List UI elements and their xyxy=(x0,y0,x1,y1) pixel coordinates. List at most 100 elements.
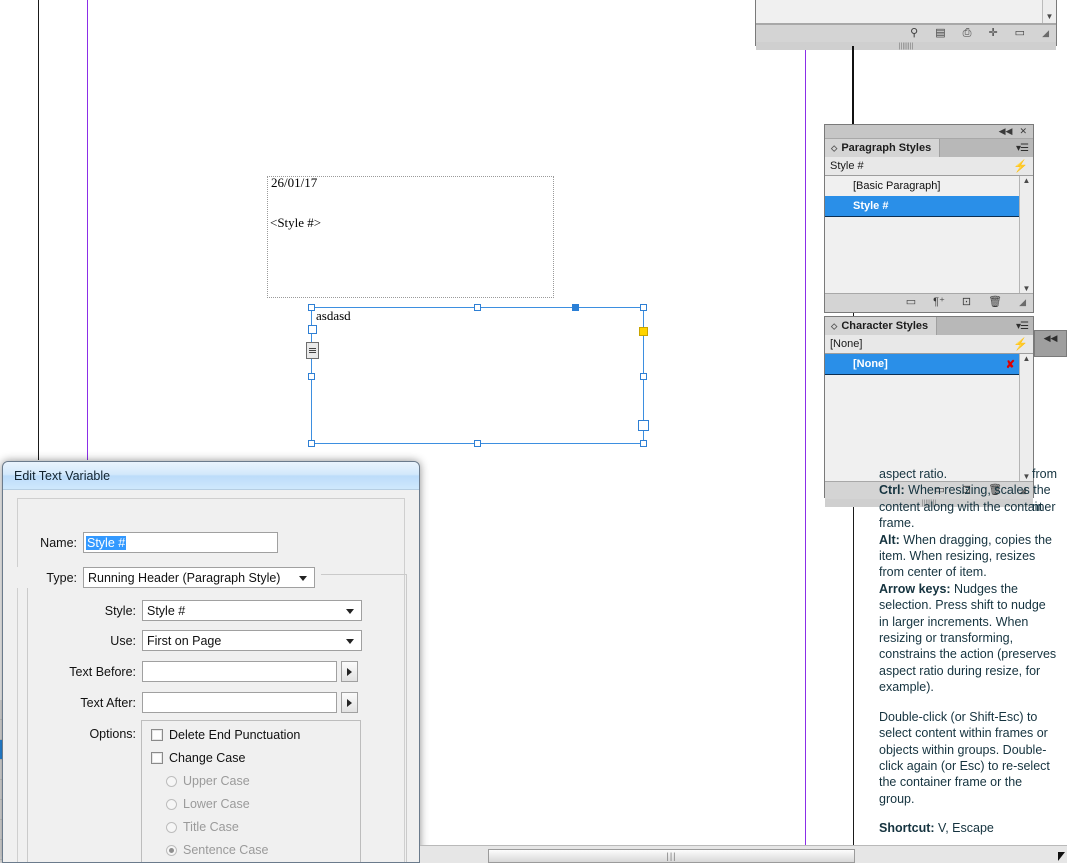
text-after-special-chars-button[interactable] xyxy=(341,692,358,713)
radio-sentence-case-label: Sentence Case xyxy=(183,843,269,857)
quick-apply-bolt-icon[interactable]: ⚡ xyxy=(1013,337,1028,351)
horizontal-scrollbar-thumb[interactable]: ||| xyxy=(488,849,855,863)
print-icon[interactable]: ⎙ xyxy=(963,28,972,39)
type-row: Type: Running Header (Paragraph Style) xyxy=(3,567,321,588)
list-item[interactable]: [None] ✘ xyxy=(825,354,1033,375)
top-panel-body: ▼ xyxy=(756,0,1056,24)
top-panel-scrollbar[interactable]: ▼ xyxy=(1042,0,1056,23)
link-icon[interactable]: ⚲ xyxy=(910,28,918,39)
frame-handle-top-right[interactable] xyxy=(640,304,647,311)
character-styles-current-style: [None] xyxy=(830,338,863,350)
new-paragraph-style-icon[interactable]: ¶⁺ xyxy=(933,297,945,308)
top-panel-footer: ⚲ ▤ ⎙ ✛ ▭ ◢ xyxy=(756,24,1056,42)
header-text-frame[interactable] xyxy=(267,176,554,298)
scroll-up-icon[interactable]: ▲ xyxy=(1023,176,1031,185)
resize-grip[interactable]: ◢ xyxy=(1042,28,1049,39)
paragraph-styles-footer: ▭ ¶⁺ ⊡ 🗑 ◢ xyxy=(825,293,1033,311)
text-after-input[interactable] xyxy=(142,692,337,713)
hint-line: Arrow keys: Nudges the selection. Press … xyxy=(879,581,1057,696)
checkbox-delete-end-punctuation[interactable]: Delete End Punctuation xyxy=(151,728,300,742)
checkbox-icon xyxy=(151,752,163,764)
frame-in-port[interactable] xyxy=(308,325,317,334)
checkbox-change-case[interactable]: Change Case xyxy=(151,751,245,765)
hint-text: When dragging, copies the item. When res… xyxy=(879,532,1053,580)
minus-icon[interactable]: ▭ xyxy=(1015,28,1025,39)
clear-overrides-icon[interactable]: ✘ xyxy=(1006,358,1015,371)
checkbox-icon xyxy=(151,729,163,741)
radio-upper-case[interactable]: Upper Case xyxy=(166,774,250,788)
style-dropdown[interactable]: Style # xyxy=(142,600,362,621)
hint-line: Ctrl: When resizing, scales the content … xyxy=(879,482,1057,531)
corner-radius-handle[interactable] xyxy=(639,327,648,336)
selected-text-frame[interactable] xyxy=(311,307,644,444)
add-icon[interactable]: ✛ xyxy=(988,28,997,39)
scroll-down-icon[interactable]: ▼ xyxy=(1023,284,1031,293)
frame-handle-mid-right[interactable] xyxy=(640,373,647,380)
character-styles-list[interactable]: [None] ✘ ▲ ▼ xyxy=(825,354,1033,481)
paragraph-styles-list[interactable]: [Basic Paragraph] Style # ▲ ▼ xyxy=(825,176,1033,293)
radio-title-case[interactable]: Title Case xyxy=(166,820,239,834)
use-label: Use: xyxy=(110,633,136,648)
frame-handle-top-center[interactable] xyxy=(474,304,481,311)
dialog-title-bar[interactable]: Edit Text Variable xyxy=(3,462,419,490)
use-dropdown[interactable]: First on Page xyxy=(142,630,362,651)
tab-character-styles[interactable]: ⬦ Character Styles xyxy=(825,317,938,335)
text-before-input[interactable] xyxy=(142,661,337,682)
character-styles-tab-filler: ▾☰ xyxy=(937,317,1033,335)
checkbox-change-case-label: Change Case xyxy=(169,751,246,765)
text-before-special-chars-button[interactable] xyxy=(341,661,358,682)
tab-paragraph-styles[interactable]: ⬦ Paragraph Styles xyxy=(825,139,941,157)
edit-text-variable-dialog[interactable]: Edit Text Variable Name: Style # Type: R… xyxy=(2,461,420,863)
selected-frame-text: asdasd xyxy=(316,308,351,323)
create-new-style-icon[interactable]: ⊡ xyxy=(962,297,971,308)
character-styles-tabrow: ⬦ Character Styles ▾☰ xyxy=(825,317,1033,335)
list-item[interactable]: [Basic Paragraph] xyxy=(825,176,1033,196)
close-panel-icon[interactable]: ✕ xyxy=(1019,127,1027,136)
frame-handle-mid-left[interactable] xyxy=(308,373,315,380)
panel-menu-icon[interactable]: ▾☰ xyxy=(1016,321,1029,332)
top-floating-panel[interactable]: ▼ ⚲ ▤ ⎙ ✛ ▭ ◢ |||||||| xyxy=(755,0,1057,50)
hint-gap xyxy=(879,807,1057,820)
resize-grip[interactable]: ◢ xyxy=(1019,297,1026,308)
scroll-up-icon[interactable]: ▲ xyxy=(1023,354,1031,363)
new-style-group-icon[interactable]: ▭ xyxy=(906,297,916,308)
paragraph-style-basic-label: [Basic Paragraph] xyxy=(853,180,941,192)
radio-icon xyxy=(166,775,177,787)
frame-out-port[interactable] xyxy=(638,420,649,431)
hint-line: Alt: When dragging, copies the item. Whe… xyxy=(879,532,1057,581)
occluded-hint-fragments: from nt xyxy=(1032,458,1066,524)
frame-handle-top-left[interactable] xyxy=(308,304,315,311)
list-item[interactable]: Style # xyxy=(825,196,1033,217)
delete-style-icon[interactable]: 🗑 xyxy=(988,297,1002,308)
margin-guide-right xyxy=(805,0,806,845)
frame-handle-bottom-left[interactable] xyxy=(308,440,315,447)
quick-apply-bolt-icon[interactable]: ⚡ xyxy=(1013,159,1028,173)
save-icon[interactable]: ▤ xyxy=(935,28,945,39)
options-group-box: Delete End Punctuation Change Case Upper… xyxy=(141,720,361,862)
text-frame-content-badge-icon[interactable] xyxy=(306,342,319,359)
radio-lower-case[interactable]: Lower Case xyxy=(166,797,250,811)
character-styles-scrollbar[interactable]: ▲ ▼ xyxy=(1019,354,1033,481)
frame-handle-bottom-right[interactable] xyxy=(640,440,647,447)
type-dropdown-value: Running Header (Paragraph Style) xyxy=(88,570,281,585)
collapse-to-icons-icon[interactable]: ◀◀ xyxy=(999,127,1013,136)
radio-sentence-case[interactable]: Sentence Case xyxy=(166,843,268,857)
paragraph-styles-scrollbar[interactable]: ▲ ▼ xyxy=(1019,176,1033,293)
collapsed-panel-tab[interactable]: ◀◀ xyxy=(1034,330,1067,357)
top-panel-drag-handle[interactable]: |||||||| xyxy=(756,42,1056,50)
frame-handle-top-active[interactable] xyxy=(572,304,579,311)
horizontal-scrollbar-track[interactable]: ||| xyxy=(420,845,1067,863)
use-dropdown-value: First on Page xyxy=(147,633,222,648)
radio-icon xyxy=(166,798,177,810)
name-input[interactable]: Style # xyxy=(83,532,278,553)
type-dropdown[interactable]: Running Header (Paragraph Style) xyxy=(83,567,315,588)
indesign-application-window: 26/01/17 <Style #> asdasd ▼ ⚲ ▤ ⎙ ✛ ▭ ◢ … xyxy=(0,0,1067,863)
frame-handle-bottom-center[interactable] xyxy=(474,440,481,447)
expand-panel-icon[interactable]: ◀◀ xyxy=(1044,333,1058,344)
hint-text: When resizing, scales the content along … xyxy=(879,483,1056,531)
name-row: Name: Style # xyxy=(3,532,303,553)
panel-connector-line xyxy=(852,46,854,130)
panel-menu-icon[interactable]: ▾☰ xyxy=(1016,143,1029,154)
tab-grip-icon: ⬦ xyxy=(831,142,838,153)
paragraph-styles-panel[interactable]: ◀◀ ✕ ⬦ Paragraph Styles ▾☰ Style # ⚡ [Ba… xyxy=(824,124,1034,313)
